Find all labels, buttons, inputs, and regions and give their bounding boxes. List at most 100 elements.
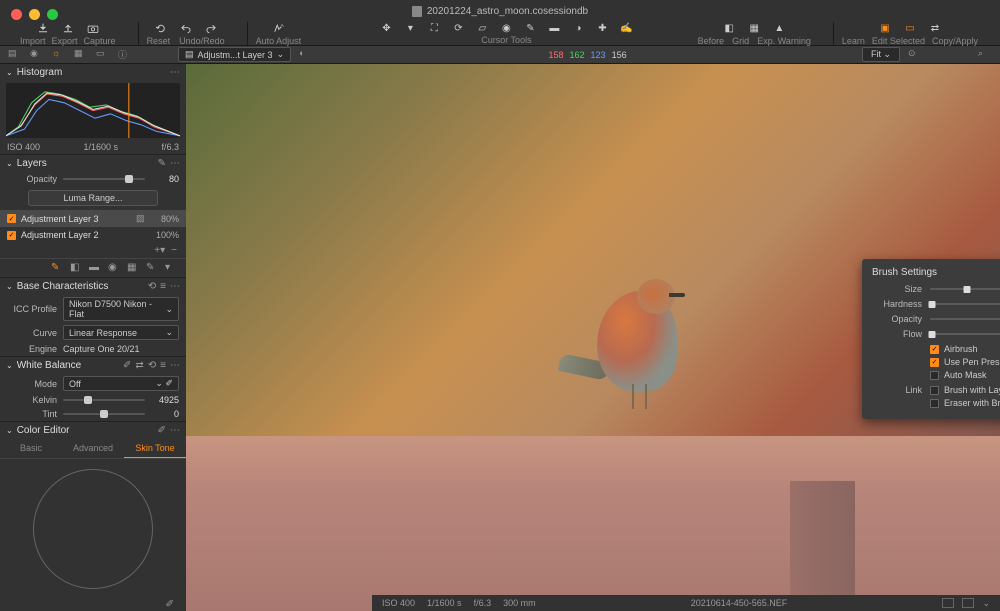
preset-icon[interactable]: ≡ — [160, 360, 166, 371]
color-wheel[interactable] — [33, 469, 153, 589]
layer-visibility-checkbox[interactable]: ✓ — [7, 214, 16, 223]
hand-tool[interactable]: ✥ — [379, 22, 394, 35]
chevron-down-icon[interactable]: ⌄ — [6, 68, 13, 77]
view-mode-1[interactable] — [942, 598, 954, 608]
maximize-window[interactable] — [47, 9, 58, 20]
tint-slider[interactable] — [63, 413, 145, 415]
tab-basic[interactable]: Basic — [0, 439, 62, 458]
grid-button[interactable]: ▦ — [747, 22, 761, 35]
penpressure-checkbox[interactable]: ✓Use Pen Pressure — [930, 357, 1000, 367]
redo-button[interactable] — [204, 22, 218, 35]
pointer-tool[interactable]: ▾ — [403, 22, 418, 35]
import-button[interactable] — [36, 22, 50, 35]
opacity-value[interactable]: 80 — [151, 174, 179, 184]
add-layer-icon[interactable]: +▾ — [154, 245, 165, 256]
layer-mask-icon[interactable]: ▨ — [136, 213, 146, 224]
library-tab-icon[interactable]: ▤ — [8, 48, 22, 62]
chevron-down-icon[interactable]: ⌄ — [982, 598, 990, 609]
brush-tool[interactable]: ✎ — [523, 22, 538, 35]
before-button[interactable]: ◧ — [722, 22, 736, 35]
automask-checkbox[interactable]: Auto Mask — [930, 370, 1000, 380]
chevron-down-icon[interactable]: ⌄ — [6, 426, 13, 435]
tint-value[interactable]: 0 — [151, 409, 179, 419]
image-viewport[interactable]: Brush Settings Size 866 Hardness 0 Opaci… — [186, 64, 1000, 611]
mask-menu-icon[interactable]: ▾ — [165, 262, 177, 274]
picker-icon[interactable]: ✐ — [158, 425, 166, 436]
layer-item[interactable]: ✓ Adjustment Layer 2 100% — [0, 227, 186, 243]
panel-menu-icon[interactable]: ⋯ — [170, 67, 180, 78]
output-tab-icon[interactable]: ▭ — [96, 48, 110, 62]
chevron-down-icon[interactable]: ⌄ — [6, 159, 13, 168]
layer-visibility-checkbox[interactable]: ✓ — [7, 231, 16, 240]
picker-icon[interactable]: ✐ — [166, 599, 174, 610]
view-mode-2[interactable] — [962, 598, 974, 608]
brush-icon[interactable]: ✎ — [158, 158, 166, 169]
radial-mask-icon[interactable]: ◉ — [108, 262, 120, 274]
panel-menu-icon[interactable]: ⋯ — [170, 281, 180, 292]
minimize-window[interactable] — [29, 9, 40, 20]
brush-mask-icon[interactable]: ✎ — [51, 262, 63, 274]
linear-mask-icon[interactable]: ▬ — [89, 262, 101, 274]
metadata-tab-icon[interactable]: ▦ — [74, 48, 88, 62]
search2-icon[interactable]: ⌕ — [978, 48, 992, 62]
invert-mask-icon[interactable]: ✎ — [146, 262, 158, 274]
layer-dropdown[interactable]: ▤ Adjustm...t Layer 3 ⌄ — [178, 47, 291, 62]
capture-button[interactable] — [86, 22, 100, 35]
opacity-slider[interactable] — [63, 178, 145, 180]
expwarning-button[interactable]: ▲ — [772, 22, 786, 35]
chevron-down-icon[interactable]: ⌄ — [6, 361, 13, 370]
layer-item[interactable]: ✓ Adjustment Layer 3 ▨ 80% — [0, 210, 186, 227]
kelvin-slider[interactable] — [63, 399, 145, 401]
rotate-tool[interactable]: ⟳ — [451, 22, 466, 35]
heal-tool[interactable]: ✚ — [595, 22, 610, 35]
brush-size-slider[interactable] — [930, 288, 1000, 290]
eraser-mask-icon[interactable]: ◧ — [70, 262, 82, 274]
eraserwithbrush-checkbox[interactable]: Eraser with Brush — [930, 398, 1000, 408]
search-icon[interactable]: ⊙ — [908, 48, 922, 62]
autoadjust-button[interactable]: A — [271, 22, 285, 35]
icc-dropdown[interactable]: Nikon D7500 Nikon - Flat⌄ — [63, 297, 179, 321]
brush-hardness-slider[interactable] — [930, 303, 1000, 305]
close-window[interactable] — [11, 9, 22, 20]
reset-icon[interactable]: ⟲ — [148, 281, 156, 292]
capture-tab-icon[interactable]: ◉ — [30, 48, 44, 62]
document-icon — [412, 6, 422, 17]
panel-menu-icon[interactable]: ⋯ — [170, 425, 180, 436]
mask-toggle-icon[interactable]: ◐ — [299, 48, 313, 62]
tab-skintone[interactable]: Skin Tone — [124, 439, 186, 458]
curve-dropdown[interactable]: Linear Response⌄ — [63, 325, 179, 340]
editselected-button[interactable]: ▭ — [903, 22, 917, 35]
crop-tool[interactable]: ⛶ — [427, 22, 442, 35]
picker-icon[interactable]: ✐ — [123, 360, 131, 371]
export-button[interactable] — [61, 22, 75, 35]
keystone-tool[interactable]: ▱ — [475, 22, 490, 35]
info-tab-icon[interactable]: ⓘ — [118, 48, 132, 62]
brush-flow-slider[interactable] — [930, 333, 1000, 335]
brushwithlayer-checkbox[interactable]: Brush with Layer — [930, 385, 1000, 395]
adjust-tab-icon[interactable]: ☼ — [52, 48, 66, 62]
radial-tool[interactable]: ◑ — [571, 22, 586, 35]
luma-range-button[interactable]: Luma Range... — [28, 190, 158, 206]
preset-icon[interactable]: ≡ — [160, 281, 166, 292]
zoom-dropdown[interactable]: Fit ⌄ — [862, 47, 900, 62]
annotate-tool[interactable]: ✍ — [619, 22, 634, 35]
reset-icon[interactable]: ⟲ — [148, 360, 156, 371]
undo-button[interactable] — [179, 22, 193, 35]
brush-opacity-slider[interactable] — [930, 318, 1000, 320]
learn-button[interactable]: ▣ — [878, 22, 892, 35]
airbrush-checkbox[interactable]: ✓Airbrush — [930, 344, 1000, 354]
delete-layer-icon[interactable]: − — [171, 245, 177, 256]
reset-button[interactable] — [154, 22, 168, 35]
chevron-down-icon[interactable]: ⌄ — [6, 282, 13, 291]
copyapply-button[interactable]: ⇄ — [928, 22, 942, 35]
tab-advanced[interactable]: Advanced — [62, 439, 124, 458]
status-filename: 20210614-450-565.NEF — [691, 598, 788, 608]
spot-tool[interactable]: ◉ — [499, 22, 514, 35]
fill-mask-icon[interactable]: ▦ — [127, 262, 139, 274]
panel-menu-icon[interactable]: ⋯ — [170, 360, 180, 371]
panel-menu-icon[interactable]: ⋯ — [170, 158, 180, 169]
kelvin-value[interactable]: 4925 — [151, 395, 179, 405]
wb-mode-dropdown[interactable]: Off⌄ ✐ — [63, 376, 179, 391]
copy-icon[interactable]: ⇄ — [135, 360, 143, 371]
gradient-tool[interactable]: ▬ — [547, 22, 562, 35]
